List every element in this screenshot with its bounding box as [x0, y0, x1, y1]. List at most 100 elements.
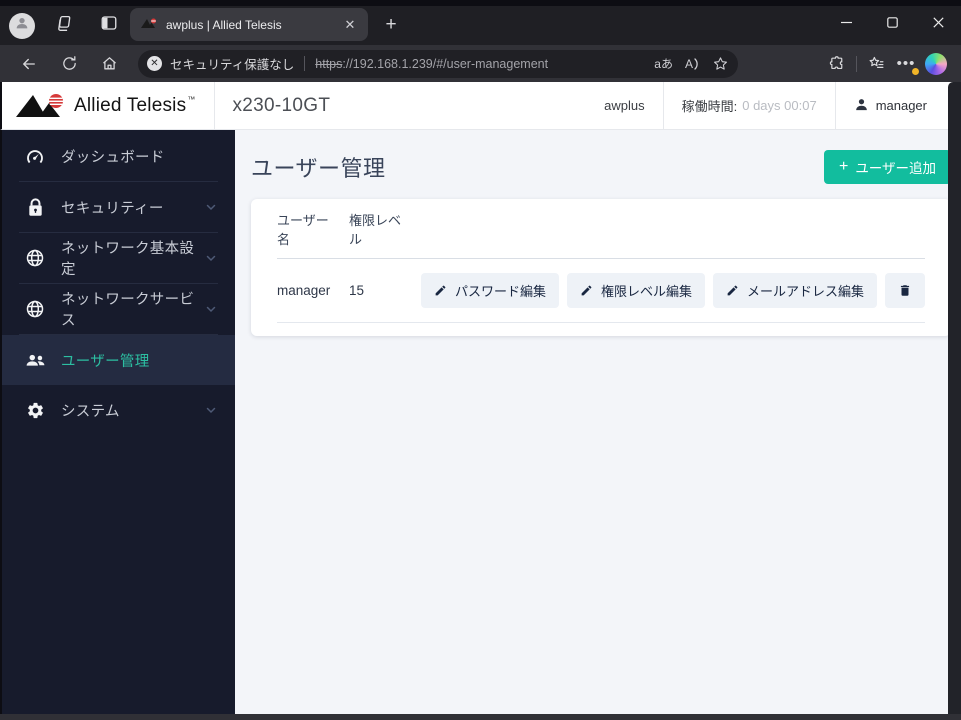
sidebar-item-label: ダッシュボード [61, 149, 165, 166]
address-bar[interactable]: ✕ セキュリティ保護なし https://192.168.1.239/#/use… [138, 49, 738, 78]
lock-icon [24, 197, 46, 217]
chevron-down-icon [205, 303, 217, 315]
table-header-row: ユーザー名 権限レベル [277, 199, 926, 259]
favorites-hub-button[interactable] [861, 50, 891, 78]
chevron-down-icon [205, 201, 217, 213]
page-body: ダッシュボード セキュリティー ネットワーク基本設定 ネットワークサービス ユー… [0, 130, 961, 714]
page-header-row: ユーザー管理 + ユーザー追加 [251, 150, 954, 184]
chevron-down-icon [205, 404, 217, 416]
workspaces-button[interactable] [48, 11, 82, 41]
brand-name: Allied Telesis™ [74, 94, 196, 116]
sidebar-item-label: セキュリティー [61, 200, 164, 217]
urlbar-divider [304, 56, 306, 71]
uptime: 稼働時間: 0 days 00:07 [662, 82, 835, 129]
add-user-button[interactable]: + ユーザー追加 [823, 150, 952, 184]
uptime-label: 稼働時間: [681, 99, 738, 114]
browser-window: awplus | Allied Telesis ✕ + ✕ セキュリティ保護なし… [0, 0, 961, 720]
delete-user-button[interactable] [885, 273, 926, 308]
url-text[interactable]: https://192.168.1.239/#/user-management [315, 57, 642, 71]
translate-button[interactable]: aあ [654, 55, 673, 72]
user-table-card: ユーザー名 権限レベル manager 15 パスワード編集 権限レベル編集 メ… [251, 199, 952, 336]
security-warning-label: セキュリティ保護なし [170, 58, 295, 72]
trash-icon [900, 285, 910, 296]
tab-favicon-allied-telesis [141, 16, 157, 34]
new-tab-button[interactable]: + [376, 10, 406, 40]
edit-password-button[interactable]: パスワード編集 [421, 273, 560, 308]
close-window-button[interactable] [915, 0, 961, 45]
profile-avatar-icon [14, 15, 30, 36]
trademark: ™ [187, 94, 196, 104]
toolbar-divider [856, 55, 857, 72]
sidebar-item-label: ネットワークサービス [61, 292, 195, 329]
allied-telesis-logo: Allied Telesis™ [15, 92, 196, 120]
user-icon [854, 97, 869, 115]
table-row: manager 15 パスワード編集 権限レベル編集 メールアドレス編集 [277, 259, 926, 323]
browser-profile-button[interactable] [9, 12, 35, 39]
window-controls [823, 0, 961, 45]
sidebar-item-security[interactable]: セキュリティー [2, 182, 235, 232]
column-header-actions [421, 211, 479, 249]
app-header: Allied Telesis™ x230-10GT awplus 稼働時間: 0… [0, 82, 961, 130]
tab-close-icon[interactable]: ✕ [340, 15, 360, 35]
edit-privilege-button[interactable]: 権限レベル編集 [567, 273, 706, 308]
main-content: ユーザー管理 + ユーザー追加 ユーザー名 権限レベル manager 15 パ… [235, 130, 961, 714]
pencil-icon [727, 285, 738, 296]
row-actions: パスワード編集 権限レベル編集 メールアドレス編集 [421, 273, 926, 308]
browser-tab[interactable]: awplus | Allied Telesis ✕ [130, 8, 368, 41]
read-aloud-button[interactable]: A [685, 57, 701, 71]
vertical-tabs-icon [100, 14, 118, 37]
username: manager [875, 98, 927, 113]
refresh-button[interactable] [54, 50, 84, 78]
back-button[interactable] [14, 50, 44, 78]
page-title: ユーザー管理 [251, 156, 386, 181]
pencil-icon [435, 285, 446, 296]
maximize-button[interactable] [869, 0, 915, 45]
home-button[interactable] [94, 50, 124, 78]
settings-more-button[interactable]: ••• [891, 50, 921, 78]
notification-badge [911, 66, 920, 76]
cell-username: manager [277, 283, 331, 298]
page-scrollbar[interactable] [948, 82, 961, 714]
sidebar-item-dashboard[interactable]: ダッシュボード [2, 131, 235, 181]
header-right: awplus 稼働時間: 0 days 00:07 manager [586, 82, 961, 129]
copilot-button[interactable] [921, 50, 951, 78]
column-header-privilege: 権限レベル [349, 213, 402, 247]
security-warning-icon[interactable]: ✕ [147, 56, 162, 71]
sidebar-nav: ダッシュボード セキュリティー ネットワーク基本設定 ネットワークサービス ユー… [2, 130, 235, 714]
url-path: ://192.168.1.239/#/user-management [342, 56, 549, 71]
browser-toolbar: ✕ セキュリティ保護なし https://192.168.1.239/#/use… [0, 45, 961, 82]
url-scheme: https [315, 56, 343, 71]
sidebar-item-label: ネットワーク基本設定 [61, 241, 195, 278]
copilot-icon [925, 52, 947, 75]
plus-icon: + [838, 158, 849, 175]
gear-icon [24, 401, 46, 420]
sidebar-item-system[interactable]: システム [2, 385, 235, 435]
pencil-icon [581, 285, 592, 296]
users-icon [24, 351, 46, 369]
product-name: awplus [604, 98, 645, 113]
browser-titlebar: awplus | Allied Telesis ✕ + [0, 6, 961, 45]
column-header-username: ユーザー名 [277, 213, 329, 247]
sidebar-item-network-services[interactable]: ネットワークサービス [2, 284, 235, 334]
sidebar-item-label: ユーザー管理 [61, 353, 150, 370]
header-divider [213, 82, 215, 129]
add-user-label: ユーザー追加 [855, 161, 937, 176]
cell-privilege-level: 15 [349, 283, 365, 298]
extensions-button[interactable] [822, 50, 852, 78]
tab-title: awplus | Allied Telesis [166, 17, 282, 32]
sidebar-item-user-management[interactable]: ユーザー管理 [2, 335, 235, 385]
uptime-value: 0 days 00:07 [742, 98, 817, 113]
sidebar-item-network-basic[interactable]: ネットワーク基本設定 [2, 233, 235, 283]
workspaces-icon [56, 14, 74, 37]
dashboard-icon [24, 146, 46, 166]
minimize-button[interactable] [823, 0, 869, 45]
globe-icon [24, 248, 46, 268]
sidebar-item-label: システム [61, 403, 120, 420]
favorite-star-icon[interactable] [713, 56, 728, 71]
device-model: x230-10GT [232, 94, 331, 116]
tab-actions-button[interactable] [92, 11, 126, 41]
user-menu[interactable]: manager [834, 82, 945, 129]
window-bottom-edge [0, 714, 961, 720]
edit-email-button[interactable]: メールアドレス編集 [713, 273, 878, 308]
toolbar-right-icons: ••• [822, 50, 951, 78]
